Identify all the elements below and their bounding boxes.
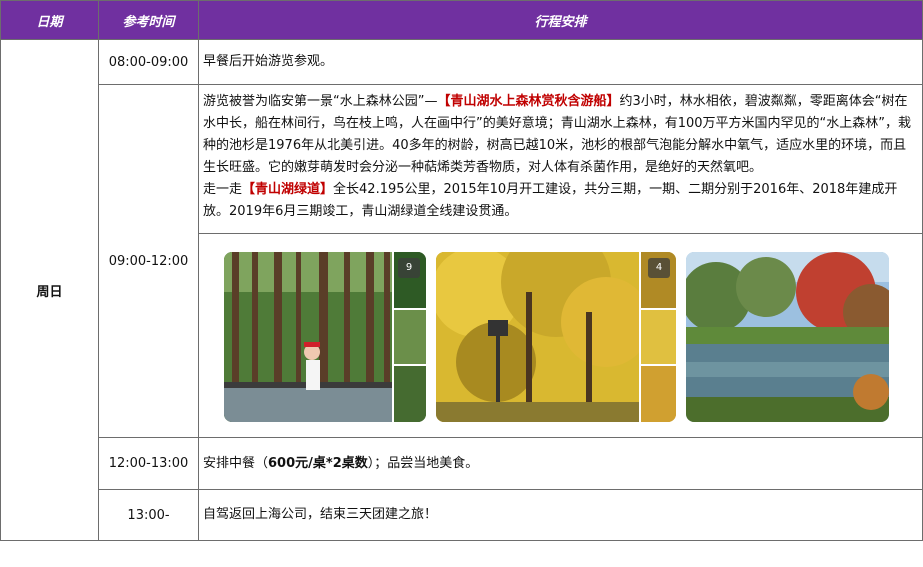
paragraph-forest: 游览被誉为临安第一景“水上森林公园”—【青山湖水上森林赏秋含游船】约3小时，林水… — [203, 91, 918, 179]
photo-count-badge: 4 — [648, 258, 670, 278]
header-time: 参考时间 — [98, 0, 199, 40]
table-row: 周日 08:00-09:00 早餐后开始游览参观。 — [0, 39, 923, 541]
table-row: 12:00-13:00 安排中餐（600元/桌*2桌数）；品尝当地美食。 — [1, 437, 923, 490]
text: 游览被誉为临安第一景“水上森林公园”— — [203, 94, 438, 109]
price-text: 600元/桌*2桌数 — [268, 455, 368, 471]
photo-count-badge: 9 — [398, 258, 420, 278]
table-header-row: 日期 参考时间 行程安排 — [0, 0, 923, 40]
header-date: 日期 — [0, 0, 99, 40]
header-plan: 行程安排 — [198, 0, 923, 40]
plan-cell: 自驾返回上海公司，结束三天团建之旅！ — [198, 489, 923, 541]
time-cell: 12:00-13:00 — [98, 437, 199, 490]
highlight-forest: 【青山湖水上森林赏秋含游船】 — [437, 94, 620, 109]
text: ）；品尝当地美食。 — [367, 455, 479, 471]
plan-cell: 早餐后开始游览参观。 — [198, 39, 923, 85]
text: 走一走 — [203, 182, 243, 197]
highlight-greenway: 【青山湖绿道】 — [242, 182, 334, 197]
photos-cell: 9 4 — [198, 233, 923, 438]
time-cell: 13:00- — [98, 489, 199, 541]
itinerary-table: 日期 参考时间 行程安排 周日 08:00-09:00 早餐后开始游览参观。 0… — [0, 0, 923, 541]
time-cell: 08:00-09:00 — [98, 39, 199, 85]
table-row: 13:00- 自驾返回上海公司，结束三天团建之旅！ — [1, 489, 923, 541]
day-cell: 周日 — [0, 39, 99, 541]
table-row: 09:00-12:00 游览被誉为临安第一景“水上森林公园”—【青山湖水上森林赏… — [1, 84, 923, 438]
plan-cell: 安排中餐（600元/桌*2桌数）；品尝当地美食。 — [198, 437, 923, 490]
text: 安排中餐（ — [203, 455, 269, 471]
forest-photo: 9 — [224, 252, 426, 422]
plan-cell: 游览被誉为临安第一景“水上森林公园”—【青山湖水上森林赏秋含游船】约3小时，林水… — [198, 84, 923, 234]
autumn-photo: 4 — [436, 252, 676, 422]
time-cell: 09:00-12:00 — [98, 84, 199, 438]
paragraph-greenway: 走一走【青山湖绿道】全长42.195公里，2015年10月开工建设，共分三期，一… — [203, 179, 918, 223]
lake-photo — [686, 252, 889, 422]
